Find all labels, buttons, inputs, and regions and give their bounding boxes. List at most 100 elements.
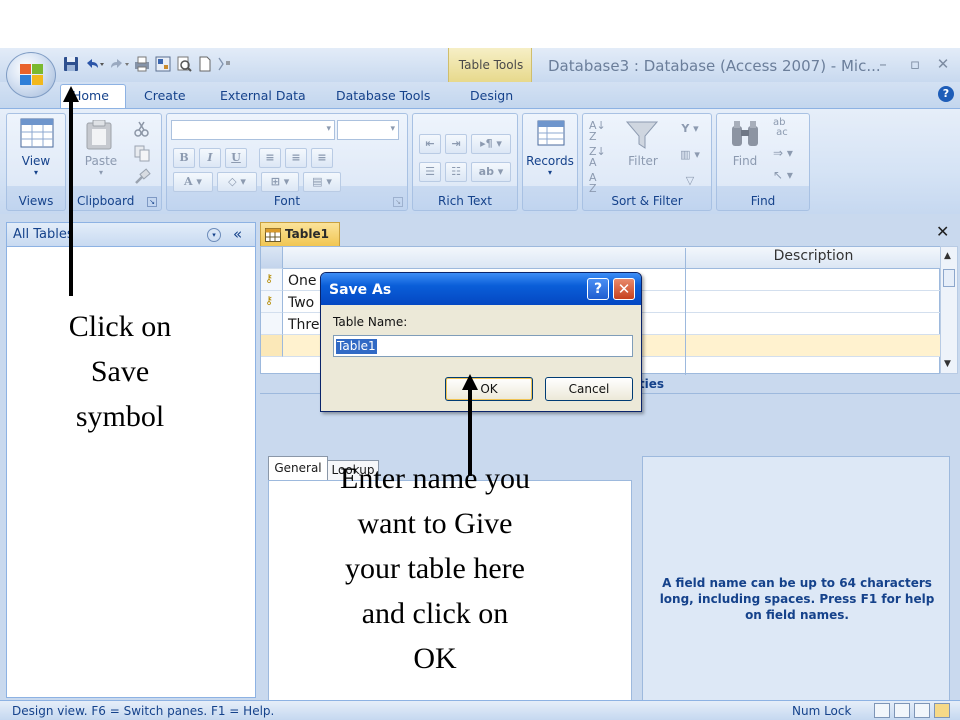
font-launcher-icon[interactable]: ↘ [393, 197, 403, 207]
close-icon[interactable]: ✕ [936, 222, 949, 241]
scroll-up-icon[interactable]: ▲ [944, 251, 951, 261]
paste-dropdown-icon[interactable]: ▾ [77, 168, 125, 177]
save-icon[interactable] [62, 55, 80, 73]
align-center-button[interactable]: ≡ [285, 148, 307, 168]
selection-filter-icon[interactable]: Y ▾ [673, 120, 707, 140]
key-icon: ⚷ [265, 272, 274, 285]
row-selector-new[interactable] [261, 335, 283, 357]
italic-button[interactable]: I [199, 148, 221, 168]
copy-icon[interactable] [133, 144, 151, 162]
vertical-scrollbar[interactable]: ▲ ▼ [940, 246, 958, 374]
row-selector[interactable] [261, 313, 283, 335]
pivot-chart-view-icon[interactable] [914, 703, 930, 718]
save-hint-line: Click on [68, 310, 172, 343]
goto-icon[interactable]: ⇒ ▾ [773, 146, 793, 160]
filter-button[interactable]: Filter [621, 154, 665, 168]
highlight-button[interactable]: ab ▾ [471, 162, 511, 182]
view-button[interactable]: View [7, 154, 65, 168]
bold-button[interactable]: B [173, 148, 195, 168]
view-dropdown-icon[interactable]: ▾ [7, 168, 65, 177]
dialog-close-icon[interactable]: ✕ [613, 278, 635, 300]
group-records: Records ▾ [522, 113, 578, 211]
new-icon[interactable] [196, 55, 214, 73]
pivot-table-view-icon[interactable] [894, 703, 910, 718]
filter-icon[interactable] [625, 120, 659, 150]
fill-color-button[interactable]: ◇ ▾ [217, 172, 257, 192]
design-view-icon[interactable] [934, 703, 950, 718]
nav-dropdown-icon[interactable]: ▾ [207, 228, 221, 242]
records-dropdown-icon[interactable]: ▾ [523, 168, 577, 177]
help-icon[interactable]: ? [938, 86, 954, 102]
sort-ascending-icon[interactable]: A↓ Z [589, 120, 606, 142]
clipboard-launcher-icon[interactable]: ↘ [147, 197, 157, 207]
tab-database-tools[interactable]: Database Tools [336, 88, 430, 103]
nav-collapse-icon[interactable]: « [233, 225, 242, 243]
column-header-description[interactable]: Description [685, 248, 941, 268]
row-selector[interactable]: ⚷ [261, 291, 283, 313]
restore-button[interactable]: ▫ [904, 55, 926, 73]
select-icon[interactable]: ↖ ▾ [773, 168, 793, 182]
view-icon[interactable] [20, 118, 54, 148]
align-left-button[interactable]: ≡ [259, 148, 281, 168]
clear-sort-icon[interactable]: AZ [589, 172, 597, 194]
paste-icon[interactable] [85, 120, 113, 150]
navigation-pane-header[interactable]: All Tables ▾ « [7, 223, 255, 247]
table-document-tab[interactable]: Table1 [260, 222, 340, 246]
find-button[interactable]: Find [725, 154, 765, 168]
field-name-cell[interactable]: One [288, 273, 317, 289]
redo-icon[interactable] [108, 55, 130, 73]
preview-icon[interactable] [175, 55, 193, 73]
advanced-filter-icon[interactable]: ▥ ▾ [673, 146, 707, 166]
group-font-label: Font [273, 194, 301, 208]
office-button[interactable] [6, 52, 56, 98]
print-icon[interactable] [133, 55, 151, 73]
field-name-cell[interactable]: Thre [288, 317, 320, 333]
underline-button[interactable]: U [225, 148, 247, 168]
dialog-title-bar[interactable]: Save As ? ✕ [321, 273, 641, 305]
field-name-cell[interactable]: Two [288, 295, 314, 311]
decrease-indent-button[interactable]: ⇤ [419, 134, 441, 154]
font-name-combo[interactable]: ▾ [171, 120, 335, 140]
table-name-input[interactable] [333, 335, 633, 357]
numbering-button[interactable]: ☰ [419, 162, 441, 182]
key-icon: ⚷ [265, 294, 274, 307]
table-tools-label: Table Tools [458, 58, 524, 72]
close-button[interactable]: ✕ [932, 55, 954, 73]
quick-access-toolbar [62, 52, 231, 76]
minimize-button[interactable]: – [872, 55, 894, 73]
increase-indent-button[interactable]: ⇥ [445, 134, 467, 154]
font-size-combo[interactable]: ▾ [337, 120, 399, 140]
cancel-button[interactable]: Cancel [545, 377, 633, 401]
tab-create[interactable]: Create [144, 88, 186, 103]
row-selector[interactable]: ⚷ [261, 269, 283, 291]
paste-button[interactable]: Paste [77, 154, 125, 168]
toggle-filter-icon[interactable]: ▽ [673, 172, 707, 192]
align-right-button[interactable]: ≡ [311, 148, 333, 168]
scroll-thumb[interactable] [943, 269, 955, 287]
ok-button[interactable]: OK [445, 377, 533, 401]
select-all-cell[interactable] [261, 247, 283, 269]
alternate-fill-button[interactable]: ▤ ▾ [303, 172, 341, 192]
qat-customize-icon[interactable] [217, 55, 231, 73]
replace-icon[interactable]: ab ac [773, 118, 788, 138]
cut-icon[interactable] [133, 120, 151, 138]
bullets-button[interactable]: ☷ [445, 162, 467, 182]
font-color-button[interactable]: A ▾ [173, 172, 213, 192]
sort-descending-icon[interactable]: Z↓ A [589, 146, 606, 168]
records-button[interactable]: Records [523, 154, 577, 168]
find-icon[interactable] [729, 120, 761, 150]
scroll-down-icon[interactable]: ▼ [944, 359, 951, 369]
format-painter-icon[interactable] [133, 168, 151, 186]
paragraph-direction-button[interactable]: ▸¶ ▾ [471, 134, 511, 154]
records-icon[interactable] [537, 120, 565, 146]
dialog-help-icon[interactable]: ? [587, 278, 609, 300]
table-name-value[interactable]: Table1 [336, 339, 377, 354]
tab-design[interactable]: Design [470, 88, 513, 103]
gridlines-button[interactable]: ⊞ ▾ [261, 172, 299, 192]
tab-general[interactable]: General [268, 456, 328, 480]
status-text: Design view. F6 = Switch panes. F1 = Hel… [12, 704, 275, 718]
view-icon[interactable] [154, 55, 172, 73]
undo-icon[interactable] [83, 55, 105, 73]
tab-external-data[interactable]: External Data [220, 88, 306, 103]
datasheet-view-icon[interactable] [874, 703, 890, 718]
